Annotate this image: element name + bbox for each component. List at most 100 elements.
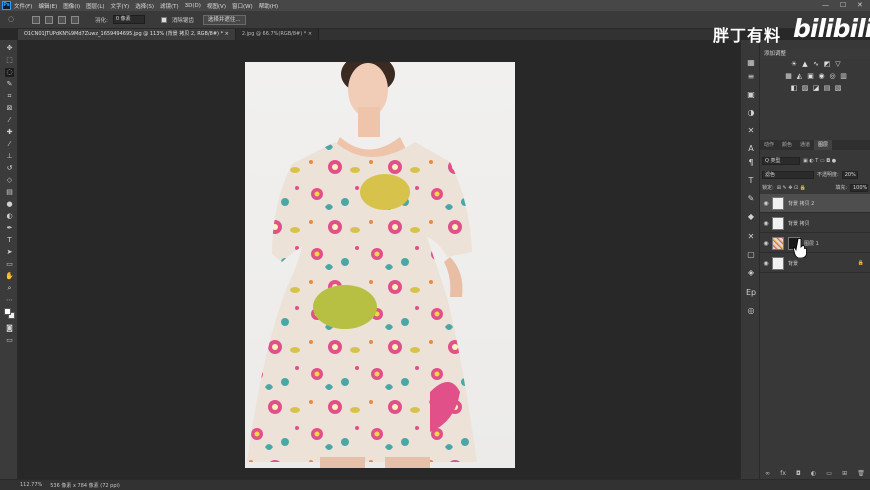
vibrance-icon[interactable]: ▽ xyxy=(834,60,842,68)
tab-color[interactable]: 颜色 xyxy=(778,140,796,150)
lasso-icon[interactable]: ◌ xyxy=(5,68,14,77)
eye-icon[interactable]: ◉ xyxy=(760,200,772,207)
eraser-icon[interactable]: ◇ xyxy=(5,176,14,185)
curves-icon[interactable]: ∿ xyxy=(812,60,820,68)
threshold-icon[interactable]: ◪ xyxy=(812,84,820,92)
trash-icon[interactable]: 🗑 xyxy=(857,470,865,477)
marquee-icon[interactable]: ⬚ xyxy=(5,56,14,65)
stamp-icon[interactable]: ⊥ xyxy=(5,152,14,161)
plugin-x-icon[interactable]: ✕ xyxy=(746,126,756,136)
maximize-button[interactable]: ☐ xyxy=(840,1,846,9)
link-layers-icon[interactable]: ∞ xyxy=(765,470,770,477)
menu-filter[interactable]: 滤镜(T) xyxy=(160,2,179,10)
color-lookup-icon[interactable]: ▥ xyxy=(840,72,848,80)
pen-icon[interactable]: ✒ xyxy=(5,224,14,233)
type-icon[interactable]: T xyxy=(5,236,14,245)
gradient-icon[interactable]: ▤ xyxy=(5,188,14,197)
gradient-map-icon[interactable]: ▤ xyxy=(823,84,831,92)
libraries-panel-icon[interactable]: ▣ xyxy=(746,90,756,100)
subtract-selection-button[interactable] xyxy=(58,15,66,24)
navigator-icon[interactable]: ▢ xyxy=(746,250,756,260)
tab-channels[interactable]: 通道 xyxy=(796,140,814,150)
black-white-icon[interactable]: ▣ xyxy=(807,72,815,80)
layer-row[interactable]: ◉ 背景 🔒 xyxy=(760,254,870,273)
paragraph-panel-icon[interactable]: ¶ xyxy=(746,158,756,168)
menu-3d[interactable]: 3D(D) xyxy=(185,3,201,9)
posterize-icon[interactable]: ▨ xyxy=(801,84,809,92)
eyedropper-icon[interactable]: ⁄ xyxy=(5,116,14,125)
text-tool-icon[interactable]: T xyxy=(746,176,756,186)
blur-icon[interactable]: ● xyxy=(5,200,14,209)
intersect-selection-button[interactable] xyxy=(71,15,79,24)
layer-name[interactable]: 背景 xyxy=(788,260,798,267)
layer-row[interactable]: ◉ 图层 1 xyxy=(760,234,870,253)
layer-name[interactable]: 背景 拷贝 2 xyxy=(788,200,814,207)
brush-icon[interactable]: ⁄ xyxy=(5,140,14,149)
menu-image[interactable]: 图像(I) xyxy=(63,2,80,10)
hand-icon[interactable]: ✋ xyxy=(5,272,14,281)
channel-mixer-icon[interactable]: ◎ xyxy=(829,72,837,80)
selective-color-icon[interactable]: ▧ xyxy=(834,84,842,92)
more-icon[interactable]: ⋯ xyxy=(5,296,14,305)
menu-select[interactable]: 选择(S) xyxy=(135,2,154,10)
menu-edit[interactable]: 编辑(E) xyxy=(38,2,57,10)
filter-icons[interactable]: ▣ ◐ T ▭ ◘ ● xyxy=(803,158,836,164)
fill-input[interactable]: 100% xyxy=(850,183,868,192)
minimize-button[interactable]: — xyxy=(822,1,829,9)
tab-document-1[interactable]: O1CN01JTUPdKN%9Md7Zuwz_1659494695.jpg @ … xyxy=(18,29,236,40)
color-balance-icon[interactable]: ◭ xyxy=(796,72,804,80)
path-select-icon[interactable]: ➤ xyxy=(5,248,14,257)
foreground-color-swatch[interactable] xyxy=(4,308,11,315)
history-brush-icon[interactable]: ↺ xyxy=(5,164,14,173)
blend-mode-select[interactable]: 滤色 xyxy=(762,170,814,179)
exposure-icon[interactable]: ◩ xyxy=(823,60,831,68)
select-and-mask-button[interactable]: 选择并遮住... xyxy=(202,14,246,25)
canvas-area[interactable] xyxy=(18,40,740,479)
adjustment-layer-icon[interactable]: ◐ xyxy=(811,470,816,477)
history-panel-icon[interactable]: ▦ xyxy=(746,58,756,68)
quick-select-icon[interactable]: ✎ xyxy=(5,80,14,89)
eye-icon[interactable]: ◉ xyxy=(760,220,772,227)
healing-icon[interactable]: ✚ xyxy=(5,128,14,137)
menu-type[interactable]: 文字(Y) xyxy=(111,2,130,10)
opacity-input[interactable]: 20% xyxy=(841,170,858,179)
zoom-icon[interactable]: ⌕ xyxy=(5,284,14,293)
plugin-box-icon[interactable]: ◈ xyxy=(746,268,756,278)
quick-mask-icon[interactable]: ◙ xyxy=(5,324,14,333)
new-layer-icon[interactable]: ⊞ xyxy=(842,470,847,477)
adjustments-panel-icon[interactable]: ◑ xyxy=(746,108,756,118)
feather-input[interactable]: 0 像素 xyxy=(112,15,145,24)
plugin-cube-icon[interactable]: ◆ xyxy=(746,212,756,222)
photo-filter-icon[interactable]: ◉ xyxy=(818,72,826,80)
brush-settings-icon[interactable]: ✎ xyxy=(746,194,756,204)
tab-actions[interactable]: 动作 xyxy=(760,140,778,150)
menu-file[interactable]: 文件(F) xyxy=(14,2,32,10)
zoom-level[interactable]: 112.77% xyxy=(20,482,42,488)
document-canvas[interactable] xyxy=(245,62,515,468)
eye-icon[interactable]: ◉ xyxy=(760,260,772,267)
extension-ep-icon[interactable]: Ep xyxy=(746,288,756,298)
lasso-icon[interactable]: ◌ xyxy=(6,15,16,24)
mask-icon[interactable]: ◘ xyxy=(796,470,801,477)
fx-icon[interactable]: fx xyxy=(780,470,786,477)
levels-icon[interactable]: ▲ xyxy=(801,60,809,68)
dodge-icon[interactable]: ◐ xyxy=(5,212,14,221)
properties-panel-icon[interactable]: ≡ xyxy=(746,72,756,82)
layer-row[interactable]: ◉ 背景 拷贝 2 xyxy=(760,194,870,213)
screen-mode-icon[interactable]: ▭ xyxy=(5,336,14,345)
character-panel-icon[interactable]: A xyxy=(746,144,756,154)
antialias-checkbox[interactable] xyxy=(160,16,167,23)
add-selection-button[interactable] xyxy=(45,15,53,24)
crop-icon[interactable]: ⌗ xyxy=(5,92,14,101)
extension-c-icon[interactable]: ◎ xyxy=(746,306,756,316)
tab-layers[interactable]: 图层 xyxy=(814,140,833,150)
menu-help[interactable]: 帮助(H) xyxy=(259,2,278,10)
layer-kind-filter[interactable]: Q 类型 xyxy=(762,156,800,165)
shape-icon[interactable]: ▭ xyxy=(5,260,14,269)
move-icon[interactable]: ✥ xyxy=(5,44,14,53)
menu-window[interactable]: 窗口(W) xyxy=(232,2,253,10)
menu-view[interactable]: 视图(V) xyxy=(207,2,226,10)
group-icon[interactable]: ▭ xyxy=(826,470,832,477)
document-size[interactable]: 536 像素 x 784 像素 (72 ppi) xyxy=(50,482,120,489)
menu-layer[interactable]: 图层(L) xyxy=(86,2,104,10)
